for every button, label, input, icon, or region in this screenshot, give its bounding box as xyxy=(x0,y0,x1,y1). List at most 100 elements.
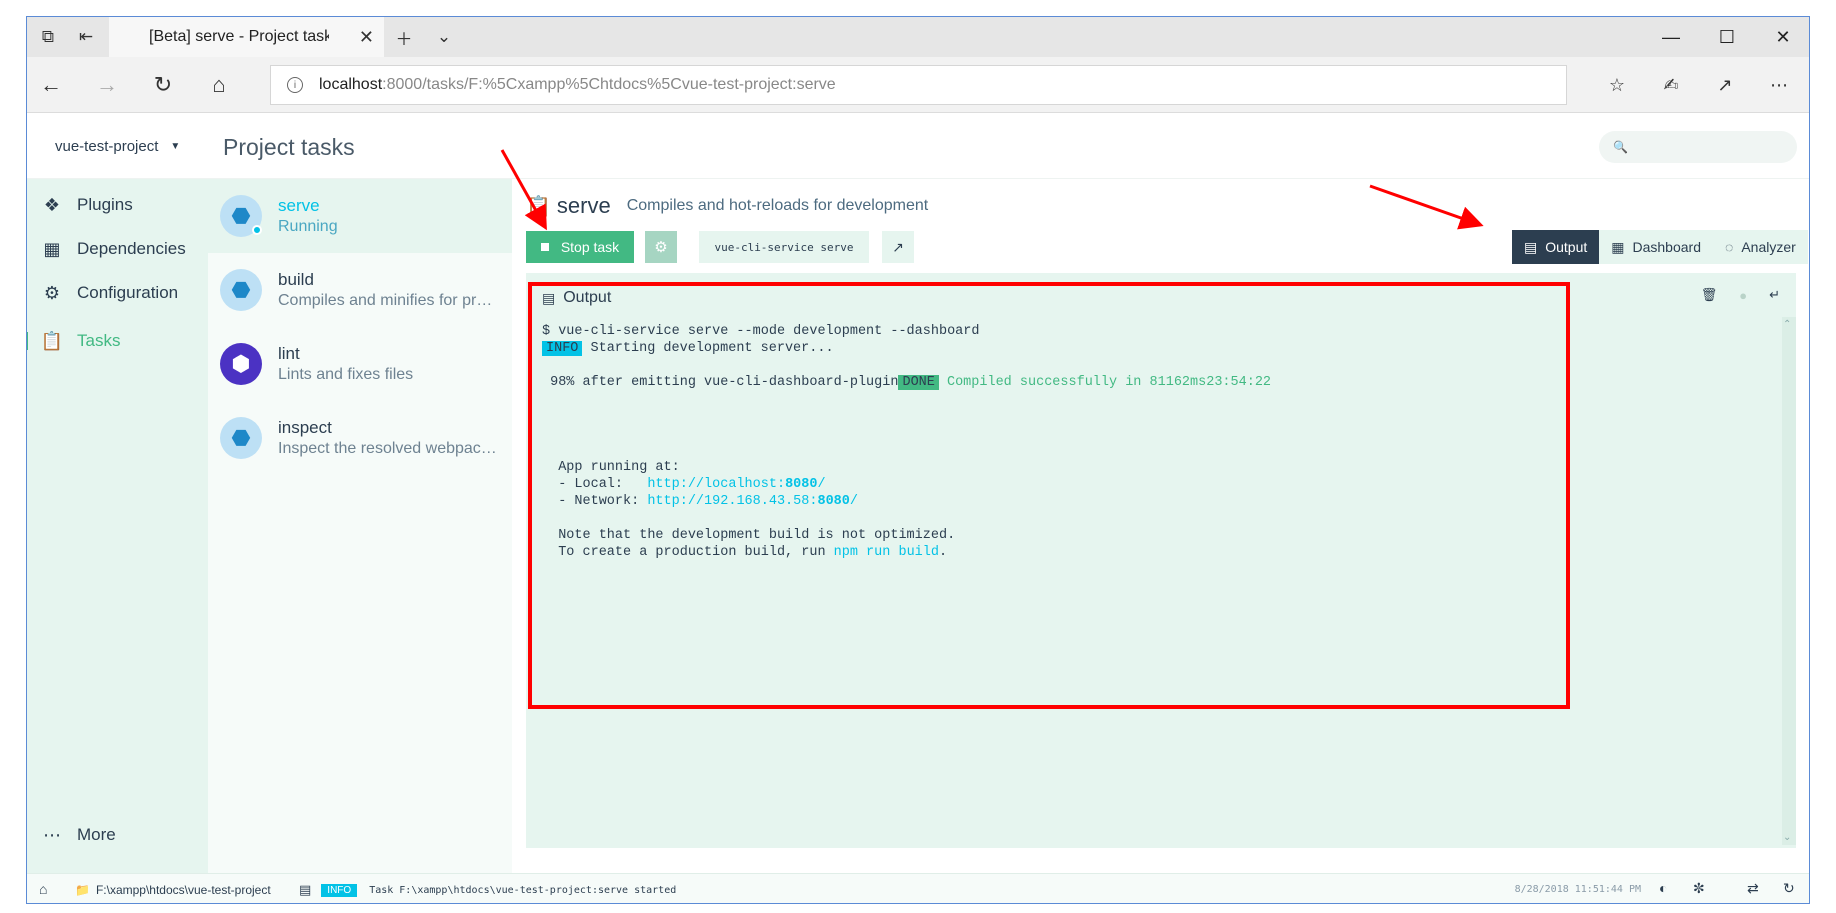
sidebar-item-tasks[interactable]: 📋 Tasks xyxy=(27,319,208,363)
back-icon[interactable]: ← xyxy=(29,65,73,105)
build-command: npm run build xyxy=(833,545,939,560)
task-name: lint xyxy=(278,344,300,363)
project-selector[interactable]: vue-test-project ▼ xyxy=(55,113,180,179)
task-item-lint[interactable]: ⬢ lint Lints and fixes files xyxy=(208,327,512,401)
task-name: inspect xyxy=(278,418,332,437)
url-path: :8000/tasks/F:%5Cxampp%5Chtdocs%5Cvue-te… xyxy=(382,76,836,93)
tab-active[interactable]: [Beta] serve - Project tasks ✕ xyxy=(109,17,384,57)
output-actions: 🗑 ● ↵ xyxy=(1679,287,1780,303)
task-header: 📋 serve Compiles and hot-reloads for dev… xyxy=(526,191,928,221)
translate-icon[interactable]: ⇄ xyxy=(1747,880,1759,897)
stop-task-button[interactable]: Stop task xyxy=(526,231,634,263)
close-window-icon[interactable]: ✕ xyxy=(1755,17,1809,57)
search-input[interactable]: 🔍 xyxy=(1599,131,1797,163)
output-scrollbar[interactable]: ⌃ ⌄ xyxy=(1782,317,1796,845)
task-title: serve xyxy=(556,193,611,218)
url-part: / xyxy=(817,477,826,492)
info-text: Starting development server... xyxy=(582,341,834,356)
scroll-lock-icon[interactable]: ● xyxy=(1739,288,1747,303)
tab-list-chevron-icon[interactable]: ⌄ xyxy=(425,17,463,57)
dashboard-icon: ▦ xyxy=(1611,238,1625,255)
project-path[interactable]: 📁 F:\xampp\htdocs\vue-test-project xyxy=(75,883,271,897)
open-in-new-button[interactable]: ↗ xyxy=(882,231,914,263)
url-input[interactable]: i localhost :8000/tasks/F:%5Cxampp%5Chtd… xyxy=(270,65,1567,105)
vue-ui-app: vue-test-project ▼ Project tasks 🔍 ❖ Plu… xyxy=(27,113,1809,873)
terminal-output[interactable]: $ vue-cli-service serve --mode developme… xyxy=(542,323,1742,561)
sidebar-item-plugins[interactable]: ❖ Plugins xyxy=(27,183,208,227)
url-host: localhost xyxy=(319,76,383,93)
task-name: build xyxy=(278,270,314,289)
settings-icon: ⚙ xyxy=(43,282,61,303)
tab-label: Dashboard xyxy=(1632,239,1702,255)
terminal-line: - Local: http://localhost:8080/ xyxy=(542,476,1742,493)
more-label: More xyxy=(77,825,116,844)
scroll-up-icon[interactable]: ⌃ xyxy=(1783,319,1791,330)
task-settings-button[interactable]: ⚙ xyxy=(645,231,677,263)
sidebar-item-label: Dependencies xyxy=(77,239,186,258)
network-label: - Network: xyxy=(542,494,648,509)
browser-window: ⧉ ⇤ [Beta] serve - Project tasks ✕ ＋ ⌄ —… xyxy=(26,16,1810,904)
address-bar: ← → ↻ ⌂ i localhost :8000/tasks/F:%5Cxam… xyxy=(27,57,1809,113)
url-port: 8080 xyxy=(817,494,850,509)
log-message: Task F:\xampp\htdocs\vue-test-project:se… xyxy=(369,884,677,896)
task-item-serve[interactable]: ⬣ serve Running xyxy=(208,179,512,253)
task-desc: Lints and fixes files xyxy=(278,366,414,383)
home-icon[interactable]: ⌂ xyxy=(197,65,241,105)
output-panel: ▤ Output 🗑 ● ↵ $ vue-cli-service serve -… xyxy=(526,273,1796,848)
last-log[interactable]: ▤ INFO Task F:\xampp\htdocs\vue-test-pro… xyxy=(299,882,676,898)
network-url[interactable]: http://192.168.43.58:8080/ xyxy=(647,494,858,509)
tab-close-icon[interactable]: ✕ xyxy=(359,27,374,48)
wrap-lines-icon[interactable]: ↵ xyxy=(1769,287,1780,303)
clear-output-icon[interactable]: 🗑 xyxy=(1701,287,1718,303)
refresh-icon[interactable]: ↻ xyxy=(1783,880,1795,897)
task-description: Compiles and hot-reloads for development xyxy=(626,197,929,214)
set-aside-tabs-icon[interactable]: ⇤ xyxy=(67,17,105,57)
tab-output[interactable]: ▤ Output xyxy=(1512,230,1600,264)
tab-actions-icon[interactable]: ⧉ xyxy=(29,17,67,57)
home-icon[interactable]: ⌂ xyxy=(39,881,47,897)
maximize-icon[interactable]: ☐ xyxy=(1699,17,1755,57)
info-badge: INFO xyxy=(321,883,358,897)
search-icon: 🔍 xyxy=(1613,140,1628,154)
more-icon[interactable]: ⋯ xyxy=(1757,65,1801,105)
task-desc: Compiles and minifies for production xyxy=(278,292,498,309)
done-badge: DONE xyxy=(898,375,939,390)
site-info-icon[interactable]: i xyxy=(287,77,303,93)
bug-icon[interactable]: ✼ xyxy=(1693,880,1705,897)
tab-analyzer[interactable]: ◌ Analyzer xyxy=(1713,230,1808,264)
task-item-inspect[interactable]: ⬣ inspect Inspect the resolved webpack co… xyxy=(208,401,512,475)
project-name: vue-test-project xyxy=(55,137,159,155)
local-label: - Local: xyxy=(542,477,648,492)
view-tabs: ▤ Output ▦ Dashboard ◌ Analyzer xyxy=(1512,230,1808,264)
task-detail: 📋 serve Compiles and hot-reloads for dev… xyxy=(512,179,1809,873)
message-icon: ▤ xyxy=(542,289,556,306)
dropdown-caret-icon: ▼ xyxy=(170,140,181,152)
pen-icon[interactable]: ✍ xyxy=(1649,65,1693,105)
more-dots-icon: ⋯ xyxy=(43,824,61,845)
favorites-icon[interactable]: ☆ xyxy=(1595,65,1639,105)
output-title: Output xyxy=(563,289,612,306)
sidebar-item-dependencies[interactable]: ▦ Dependencies xyxy=(27,227,208,271)
local-url[interactable]: http://localhost:8080/ xyxy=(647,477,825,492)
forward-icon[interactable]: → xyxy=(85,65,129,105)
create-text: To create a production build, run xyxy=(542,545,834,560)
dark-mode-icon[interactable]: ◐ xyxy=(1659,880,1667,896)
minimize-icon[interactable]: — xyxy=(1643,17,1699,57)
scroll-down-icon[interactable]: ⌄ xyxy=(1783,832,1791,843)
new-tab-icon[interactable]: ＋ xyxy=(385,17,423,57)
task-item-build[interactable]: ⬣ build Compiles and minifies for product… xyxy=(208,253,512,327)
open-external-icon: ↗ xyxy=(892,238,904,255)
tab-dashboard[interactable]: ▦ Dashboard xyxy=(1599,230,1713,264)
tab-label: Output xyxy=(1545,239,1588,255)
sidebar-more-button[interactable]: ⋯ More xyxy=(27,813,208,857)
clipboard-icon: 📋 xyxy=(526,195,551,218)
sidebar-item-configuration[interactable]: ⚙ Configuration xyxy=(27,271,208,315)
refresh-icon[interactable]: ↻ xyxy=(141,65,185,105)
share-icon[interactable]: ↗ xyxy=(1703,65,1747,105)
webpack-inspect-icon: ⬣ xyxy=(220,417,262,459)
info-badge: INFO xyxy=(542,341,583,356)
task-desc: Running xyxy=(278,218,338,235)
